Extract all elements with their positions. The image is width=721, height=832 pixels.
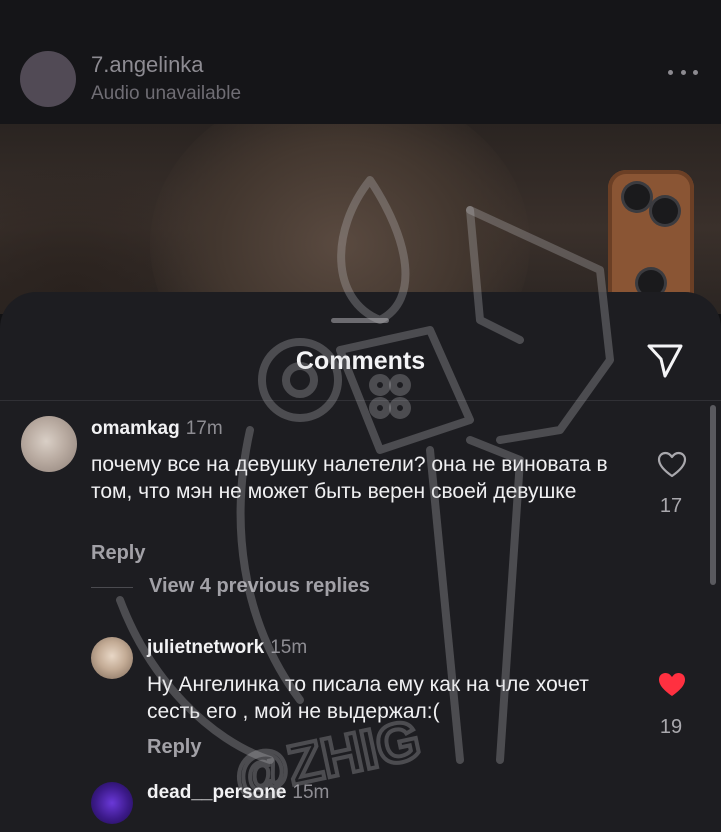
send-icon[interactable] xyxy=(644,340,686,382)
comment-text: Ну Ангелинка то писала ему как на члe хо… xyxy=(147,673,589,723)
sheet-title: Comments xyxy=(295,347,426,375)
post-header: 7.angelinka Audio unavailable xyxy=(0,0,721,124)
scrollbar[interactable] xyxy=(710,405,716,585)
sheet-grabber-handle[interactable] xyxy=(331,318,389,323)
video-subject xyxy=(150,124,530,314)
video-preview xyxy=(0,124,721,314)
like-count: 17 xyxy=(659,495,683,517)
heart-icon[interactable] xyxy=(657,451,687,479)
avatar[interactable] xyxy=(91,782,133,824)
post-username[interactable]: 7.angelinka xyxy=(91,52,204,78)
more-horizontal-icon[interactable] xyxy=(668,66,698,78)
avatar[interactable] xyxy=(91,637,133,679)
heart-filled-icon[interactable] xyxy=(657,671,687,699)
username-text[interactable]: omamkag xyxy=(91,418,180,439)
comment-username[interactable]: julietnetwork 15m xyxy=(147,637,307,659)
replies-line xyxy=(91,587,133,588)
comment-time: 15m xyxy=(270,637,308,658)
like-count: 19 xyxy=(659,716,683,738)
comment-text: почему все на девушку налетели? она не в… xyxy=(91,453,608,503)
avatar[interactable] xyxy=(21,416,77,472)
reply-button[interactable]: Reply xyxy=(91,542,145,565)
view-previous-replies[interactable]: View 4 previous replies xyxy=(149,575,370,598)
comment-time: 17m xyxy=(185,418,223,439)
comment-username[interactable]: dead__persone 15m xyxy=(147,782,329,804)
audio-status: Audio unavailable xyxy=(91,83,242,104)
comment-username[interactable]: omamkag 17m xyxy=(91,418,223,440)
reply-button[interactable]: Reply xyxy=(147,736,201,759)
post-author-avatar[interactable] xyxy=(20,51,76,107)
username-text[interactable]: julietnetwork xyxy=(147,637,264,658)
sheet-divider xyxy=(0,400,721,401)
